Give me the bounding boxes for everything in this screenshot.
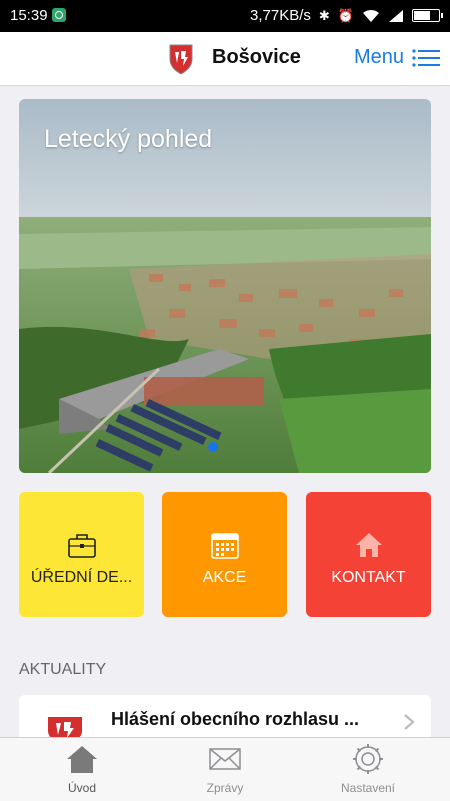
tab-home[interactable]: Úvod bbox=[7, 738, 157, 801]
tile-label: AKCE bbox=[202, 569, 247, 586]
tab-label: Zprávy bbox=[206, 781, 244, 795]
battery-icon bbox=[412, 9, 443, 22]
app-header: Bošovice Menu bbox=[0, 32, 450, 86]
tile-label: ÚŘEDNÍ DE... bbox=[30, 569, 133, 586]
status-bar: 15:39 3,77KB/s ✱ ⏰ bbox=[0, 0, 450, 32]
gear-icon bbox=[353, 744, 383, 774]
tab-label: Nastavení bbox=[340, 781, 396, 795]
tab-label: Úvod bbox=[67, 781, 96, 795]
tab-settings[interactable]: Nastavení bbox=[293, 738, 443, 801]
section-title: AKTUALITY bbox=[19, 661, 107, 678]
tile-events[interactable]: AKCE bbox=[162, 492, 287, 617]
hero-caption: Letecký pohled bbox=[44, 125, 213, 153]
tab-messages[interactable]: Zprávy bbox=[150, 738, 300, 801]
calendar-icon bbox=[210, 533, 239, 559]
home-icon bbox=[355, 533, 382, 557]
tile-label: KONTAKT bbox=[331, 569, 406, 586]
signal-icon bbox=[389, 9, 403, 22]
hero-carousel[interactable]: Letecký pohled bbox=[19, 99, 431, 473]
wifi-icon bbox=[363, 9, 379, 22]
home-icon bbox=[67, 746, 97, 773]
aerial-photo bbox=[19, 99, 431, 473]
net-speed: 3,77KB/s bbox=[250, 7, 311, 24]
menu-list-icon bbox=[412, 48, 440, 67]
menu-label: Menu bbox=[353, 46, 404, 68]
alarm-icon: ⏰ bbox=[337, 7, 354, 23]
page-title: Bošovice bbox=[212, 46, 301, 68]
tab-bar: Úvod Zprávy Nastavení bbox=[0, 737, 450, 801]
carousel-indicator[interactable] bbox=[208, 442, 218, 452]
status-time: 15:39 bbox=[10, 7, 48, 24]
chevron-right-icon bbox=[404, 714, 415, 730]
town-coat-of-arms-icon bbox=[169, 44, 193, 75]
envelope-icon bbox=[209, 748, 241, 770]
tile-official-board[interactable]: ÚŘEDNÍ DE... bbox=[19, 492, 144, 617]
menu-button[interactable]: Menu bbox=[354, 46, 440, 69]
bluetooth-icon: ✱ bbox=[318, 7, 330, 23]
notification-icon bbox=[52, 8, 66, 22]
news-title: Hlášení obecního rozhlasu ... bbox=[111, 709, 360, 729]
tile-contact[interactable]: KONTAKT bbox=[306, 492, 431, 617]
briefcase-icon bbox=[67, 534, 96, 558]
